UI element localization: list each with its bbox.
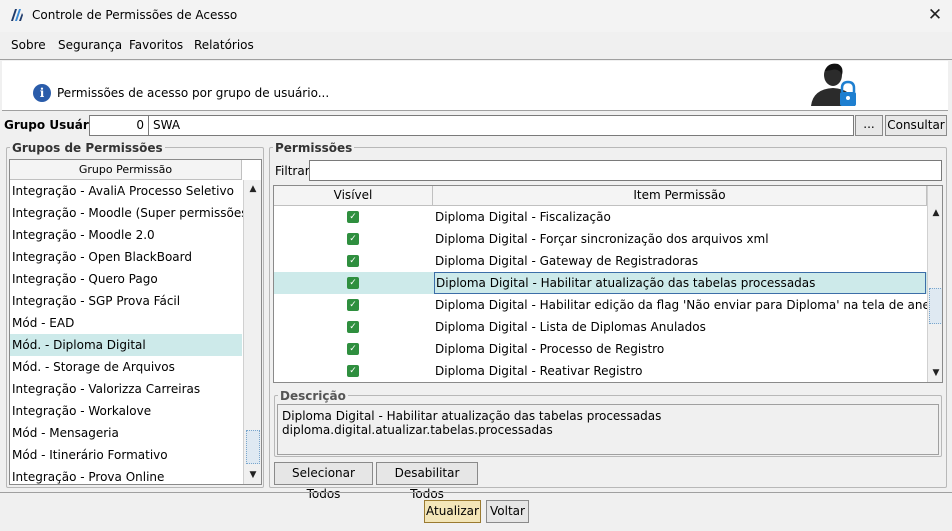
visivel-checkbox[interactable]: ✓ — [347, 343, 359, 355]
permissoes-title: Permissões — [273, 141, 355, 155]
grupos-permissoes-grid: Grupo Permissão Integração - AvaliA Proc… — [9, 159, 262, 485]
item-permissao-text: Diploma Digital - Processo de Registro — [435, 342, 665, 356]
scroll-thumb[interactable] — [929, 288, 942, 324]
grupo-permissao-row[interactable]: Integração - Moodle (Super permissões) — [10, 202, 252, 224]
menu-seguranca[interactable]: Segurança — [58, 38, 122, 52]
voltar-button[interactable]: Voltar — [486, 500, 529, 523]
scroll-down-icon[interactable]: ▼ — [246, 468, 260, 482]
permissao-row[interactable]: ✓ Diploma Digital - Processo de Registro — [274, 338, 927, 360]
scroll-down-icon[interactable]: ▼ — [929, 366, 942, 380]
permissao-row[interactable]: ✓ Diploma Digital - Habilitar edição da f… — [274, 294, 942, 316]
item-permissao-text: Diploma Digital - Habilitar atualização … — [434, 272, 926, 294]
item-permissao-column-header[interactable]: Item Permissão — [433, 186, 927, 206]
menu-relatorios[interactable]: Relatórios — [194, 38, 254, 52]
user-lock-icon — [811, 63, 856, 106]
permissao-row[interactable]: ✓ Diploma Digital - Gateway de Registrado… — [274, 250, 927, 272]
item-permissao-text: Diploma Digital - Forçar sincronização d… — [435, 232, 769, 246]
visivel-checkbox[interactable]: ✓ — [347, 321, 359, 333]
menu-sobre[interactable]: Sobre — [11, 38, 46, 52]
visivel-checkbox[interactable]: ✓ — [347, 255, 359, 267]
item-permissao-text: Diploma Digital - Fiscalização — [435, 210, 611, 224]
item-permissao-text: Diploma Digital - Reativar Registro — [435, 364, 643, 378]
grupo-permissao-row[interactable]: Integração - Moodle 2.0 — [10, 224, 242, 246]
permissao-row[interactable]: ✓ Diploma Digital - Habilitar atualização… — [274, 272, 927, 294]
visivel-checkbox[interactable]: ✓ — [347, 211, 359, 223]
app-logo-icon — [11, 9, 23, 21]
grupo-permissao-row[interactable]: Integração - Open BlackBoard — [10, 246, 242, 268]
menu-favoritos[interactable]: Favoritos — [129, 38, 183, 52]
lookup-button[interactable]: ... — [855, 115, 883, 136]
permissao-row[interactable]: ✓ Diploma Digital - Reativar Registro — [274, 360, 927, 382]
grupo-permissao-row[interactable]: Mód - Mensageria — [10, 422, 242, 444]
grupo-permissao-column-header[interactable]: Grupo Permissão — [10, 160, 242, 180]
grupo-permissao-row[interactable]: Mód - EAD — [10, 312, 242, 334]
permissoes-grid: Visível Item Permissão ✓ Diploma Digital … — [273, 185, 943, 383]
grupo-usuario-name-field[interactable]: SWA — [148, 115, 854, 136]
grupo-permissao-row[interactable]: Mód. - Diploma Digital — [10, 334, 242, 356]
visivel-checkbox[interactable]: ✓ — [347, 365, 359, 377]
filtrar-input[interactable] — [309, 160, 942, 181]
grupo-permissao-row[interactable]: Integração - Prova Online — [10, 466, 242, 484]
grupos-scrollbar[interactable]: ▲ ▼ — [243, 180, 261, 484]
consultar-button[interactable]: Consultar — [885, 115, 947, 136]
scroll-up-icon[interactable]: ▲ — [929, 206, 942, 220]
grupo-permissao-row[interactable]: Integração - SGP Prova Fácil — [10, 290, 242, 312]
item-permissao-text: Diploma Digital - Habilitar edição da fl… — [435, 298, 943, 312]
grupo-permissao-row[interactable]: Integração - Valorizza Carreiras — [10, 378, 242, 400]
bottom-separator — [0, 492, 952, 493]
info-icon: i — [33, 84, 51, 102]
header-text: Permissões de acesso por grupo de usuári… — [57, 86, 330, 100]
grupo-permissao-row[interactable]: Mód. - Storage de Arquivos — [10, 356, 242, 378]
visivel-checkbox[interactable]: ✓ — [347, 277, 359, 289]
scroll-thumb[interactable] — [246, 430, 260, 464]
grupo-permissao-row[interactable]: Integração - Workalove — [10, 400, 242, 422]
permissao-row[interactable]: ✓ Diploma Digital - Lista de Diplomas Anu… — [274, 316, 927, 338]
grupo-permissao-row[interactable]: Integração - AvaliA Processo Seletivo — [10, 180, 242, 202]
permissoes-scrollbar[interactable]: ▲ ▼ — [927, 186, 942, 382]
visivel-checkbox[interactable]: ✓ — [347, 233, 359, 245]
item-permissao-text: Diploma Digital - Lista de Diplomas Anul… — [435, 320, 706, 334]
scroll-up-icon[interactable]: ▲ — [246, 182, 260, 196]
grupo-permissao-row[interactable]: Integração - Quero Pago — [10, 268, 242, 290]
atualizar-button[interactable]: Atualizar — [424, 500, 481, 523]
filtrar-label: Filtrar: — [275, 164, 314, 178]
descricao-title: Descrição — [278, 389, 348, 403]
selecionar-todos-button[interactable]: Selecionar Todos — [274, 462, 373, 501]
descricao-text: Diploma Digital - Habilitar atualização … — [277, 404, 939, 455]
visivel-column-header[interactable]: Visível — [274, 186, 433, 206]
visivel-checkbox[interactable]: ✓ — [347, 299, 359, 311]
grupo-usuario-id-field[interactable]: 0 — [89, 115, 149, 136]
item-permissao-text: Diploma Digital - Gateway de Registrador… — [435, 254, 699, 268]
grupos-permissoes-title: Grupos de Permissões — [10, 141, 165, 155]
grupo-permissao-row[interactable]: Mód - Itinerário Formativo — [10, 444, 242, 466]
menu-bar: Sobre Segurança Favoritos Relatórios — [0, 33, 952, 59]
menu-separator — [0, 59, 952, 60]
permissao-row[interactable]: ✓ Diploma Digital - Fiscalização — [274, 206, 927, 228]
permissao-row[interactable]: ✓ Diploma Digital - Forçar sincronização … — [274, 228, 927, 250]
desabilitar-todos-button[interactable]: Desabilitar Todos — [376, 462, 478, 501]
window-title: Controle de Permissões de Acesso — [32, 8, 238, 22]
close-button[interactable]: ✕ — [922, 4, 948, 26]
